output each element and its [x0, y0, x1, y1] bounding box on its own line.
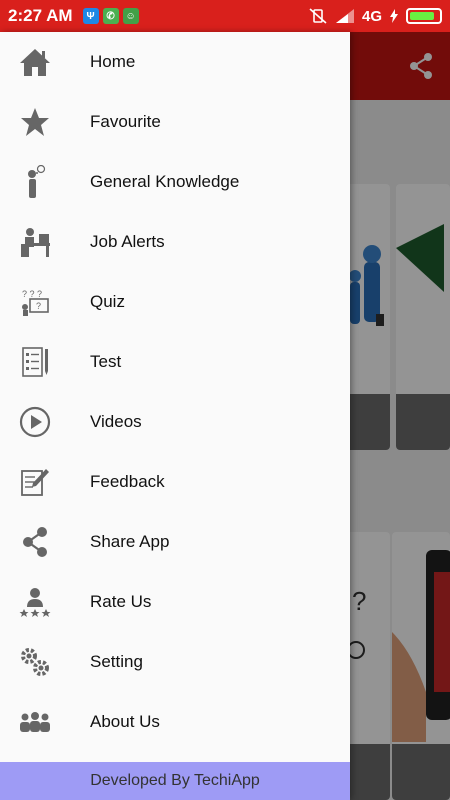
android-icon: ☺ [122, 8, 139, 24]
battery-fill [410, 12, 434, 20]
drawer-item-quiz[interactable]: ? ? ?? Quiz [0, 272, 350, 332]
drawer-item-videos[interactable]: Videos [0, 392, 350, 452]
status-time: 2:27 AM [8, 6, 73, 25]
navigation-drawer: Home Favourite General Knowledge Job Ale… [0, 32, 350, 800]
drawer-item-label: About Us [90, 712, 160, 731]
battery-icon [406, 8, 442, 24]
drawer-item-label: Share App [90, 532, 170, 551]
share-icon [18, 525, 52, 559]
drawer-item-setting[interactable]: Setting [0, 632, 350, 692]
drawer-item-general-knowledge[interactable]: General Knowledge [0, 152, 350, 212]
drawer-item-share-app[interactable]: Share App [0, 512, 350, 572]
drawer-item-label: Videos [90, 412, 142, 431]
drawer-item-feedback[interactable]: Feedback [0, 452, 350, 512]
drawer-item-label: Test [90, 352, 122, 371]
rating-user-icon [18, 585, 52, 619]
checklist-icon [18, 345, 52, 379]
drawer-item-about-us[interactable]: About Us [0, 692, 350, 752]
drawer-item-label: Job Alerts [90, 232, 165, 251]
drawer-item-label: Setting [90, 652, 143, 671]
status-bar: 2:27 AM Ψ ✆ ☺ 4G [0, 0, 450, 32]
quiz-board-icon: ? ? ?? [18, 285, 52, 319]
gears-icon [18, 645, 52, 679]
drawer-menu: Home Favourite General Knowledge Job Ale… [0, 32, 350, 752]
play-circle-icon [18, 405, 52, 439]
drawer-item-label: Feedback [90, 472, 165, 491]
developer-credit: Developed By TechiApp [90, 772, 260, 789]
drawer-item-favourite[interactable]: Favourite [0, 92, 350, 152]
drawer-item-label: Rate Us [90, 592, 152, 611]
charging-icon [390, 9, 398, 23]
drawer-item-home[interactable]: Home [0, 32, 350, 92]
drawer-item-label: Quiz [90, 292, 125, 311]
drawer-item-label: Favourite [90, 112, 161, 131]
group-icon [18, 705, 52, 739]
usb-icon: Ψ [82, 8, 99, 24]
drawer-footer: Developed By TechiApp [0, 762, 350, 800]
svg-text:?: ? [36, 301, 41, 311]
drawer-item-label: Home [90, 52, 136, 71]
drawer-item-job-alerts[interactable]: Job Alerts [0, 212, 350, 272]
home-icon [18, 45, 52, 79]
signal-icon [335, 9, 354, 23]
person-thinking-icon [18, 165, 52, 199]
vibrate-icon [309, 8, 327, 24]
person-at-desk-icon [18, 225, 52, 259]
svg-text:? ? ?: ? ? ? [22, 289, 42, 299]
network-type: 4G [361, 7, 382, 25]
edit-document-icon [18, 465, 52, 499]
drawer-item-test[interactable]: Test [0, 332, 350, 392]
drawer-item-label: General Knowledge [90, 172, 240, 191]
star-icon [18, 105, 52, 139]
whatsapp-icon: ✆ [102, 8, 119, 24]
drawer-item-rate-us[interactable]: Rate Us [0, 572, 350, 632]
